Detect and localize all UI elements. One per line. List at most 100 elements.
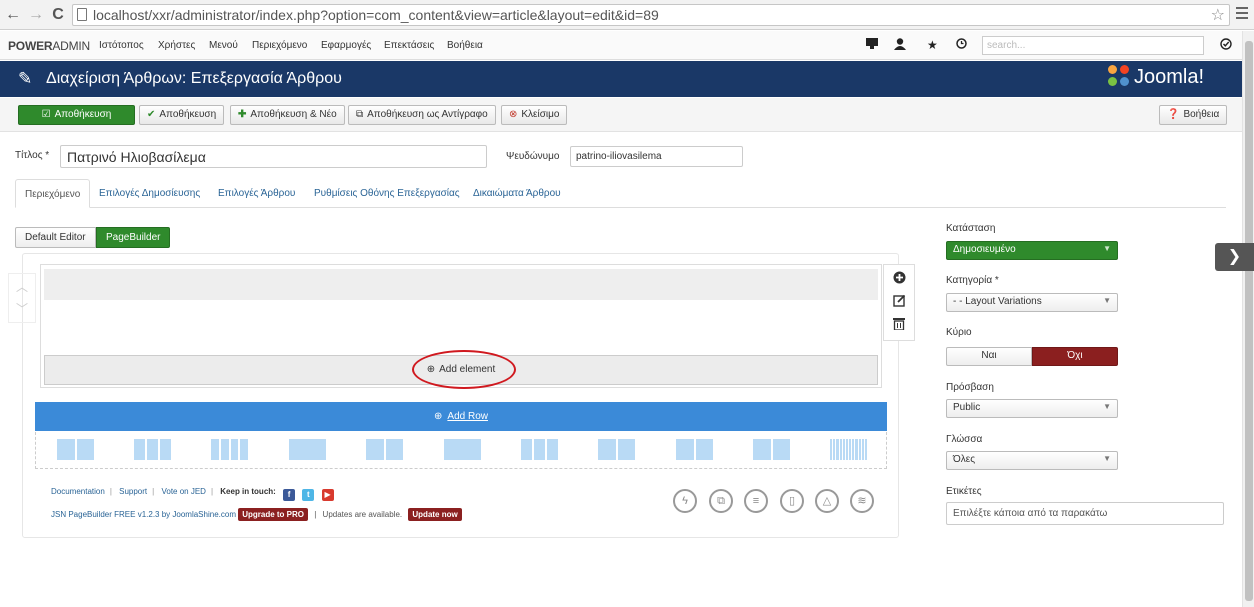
layout-option-2[interactable] [134,439,171,460]
back-icon[interactable]: ← [4,5,22,25]
check-icon: ✔ [147,109,156,120]
copy-icon: ⧉ [356,109,364,120]
admin-search-input[interactable]: search... [982,36,1204,55]
tab-publishing[interactable]: Επιλογές Δημοσίευσης [99,179,200,208]
star-icon[interactable]: ★ [927,38,938,52]
menu-item-extensions[interactable]: Επεκτάσεις [384,40,434,51]
tab-permissions[interactable]: Δικαιώματα Άρθρου [473,179,561,208]
menu-item-help[interactable]: Βοήθεια [447,40,483,51]
support-link[interactable]: Support [119,487,147,496]
save-button[interactable]: ☑ Αποθήκευση [18,105,135,125]
pyramid-icon[interactable]: △ [815,489,839,513]
browser-menu-icon[interactable] [1236,7,1248,23]
menu-item-components[interactable]: Εφαρμογές [321,40,371,51]
tags-input[interactable]: Επιλέξτε κάποια από τα παρακάτω [946,502,1224,525]
layout-option-6[interactable] [444,439,481,460]
twitter-icon[interactable]: t [302,489,315,501]
joomla-logo: Joomla! [1108,65,1204,89]
category-select[interactable]: - - Layout Variations ▼ [946,293,1118,312]
column-drop-area[interactable] [44,269,878,300]
row-move-handles: ︿ ﹀ [8,273,36,323]
category-label: Κατηγορία * [946,275,999,286]
monitor-icon[interactable] [866,38,878,52]
mobile-icon[interactable]: ▯ [780,489,804,513]
layout-option-10[interactable] [753,439,790,460]
save-new-button[interactable]: ✚ Αποθήκευση & Νέο [230,105,345,125]
layout-column-block [160,439,171,460]
featured-yes-button[interactable]: Ναι [946,347,1032,366]
youtube-icon[interactable]: ▶ [321,489,334,501]
status-label: Κατάσταση [946,223,996,234]
address-bar[interactable]: localhost/xxr/administrator/index.php?op… [72,4,1230,26]
menu-item-content[interactable]: Περιεχόμενο [252,40,307,51]
move-up-icon[interactable]: ︿ [16,278,28,295]
tab-article-options[interactable]: Επιλογές Άρθρου [218,179,295,208]
layout-column-block [617,439,635,460]
layout-option-9[interactable] [676,439,713,460]
layout-option-4[interactable] [289,439,326,460]
updates-text: Updates are available. [322,510,403,519]
layout-column-block [57,439,75,460]
page-scrollbar[interactable] [1242,31,1254,607]
layout-column-block [753,439,771,460]
layout-option-1[interactable] [57,439,94,460]
layout-option-7[interactable] [521,439,558,460]
upgrade-pro-button[interactable]: Upgrade to PRO [238,508,308,521]
highlight-annotation [412,350,516,389]
reload-icon[interactable]: C [49,5,67,25]
article-tabs: Περιεχόμενο Επιλογές Δημοσίευσης Επιλογέ… [15,179,1226,208]
add-column-icon[interactable] [884,271,914,287]
move-down-icon[interactable]: ﹀ [16,300,28,317]
featured-no-button[interactable]: Όχι [1032,347,1118,366]
overlap-icon[interactable]: ⧉ [709,489,733,513]
menu-item-menus[interactable]: Μενού [209,40,238,51]
layout-option-3[interactable] [211,439,248,460]
check-circle-icon[interactable] [1220,38,1232,53]
layers-icon[interactable]: ≋ [850,489,874,513]
tags-label: Ετικέτες [946,486,982,497]
clock-icon[interactable] [956,38,967,52]
layout-column-block [366,439,384,460]
stack-icon[interactable]: ≡ [744,489,768,513]
pencil-icon: ✎ [18,69,33,88]
sidebar-toggle-chevron-icon[interactable]: ❯ [1215,243,1254,271]
page-title: Διαχείριση Άρθρων: Επεξεργασία Άρθρου [46,70,342,87]
forward-icon[interactable]: → [27,5,45,25]
layout-column-block [864,439,868,460]
update-now-button[interactable]: Update now [408,508,462,521]
save-close-button[interactable]: ✔ Αποθήκευση [139,105,225,125]
close-button[interactable]: ⊗ Κλείσιμο [501,105,568,125]
edit-row-icon[interactable] [884,294,914,310]
tab-content[interactable]: Περιεχόμενο [15,179,91,208]
vote-link[interactable]: Vote on JED [161,487,205,496]
pagebuilder-button[interactable]: PageBuilder [96,227,171,248]
delete-row-icon[interactable] [884,317,914,333]
menu-item-users[interactable]: Χρήστες [158,40,195,51]
brand-logo[interactable]: POWERADMIN [8,39,90,53]
help-button[interactable]: ❓ Βοήθεια [1159,105,1228,125]
title-input[interactable]: Πατρινό Ηλιοβασίλεμα [60,145,487,168]
layout-option-5[interactable] [366,439,403,460]
documentation-link[interactable]: Documentation [51,487,105,496]
url-text: localhost/xxr/administrator/index.php?op… [93,7,659,23]
lightning-icon[interactable]: ϟ [673,489,697,513]
menu-item-site[interactable]: Ιστότοπος [99,40,144,51]
user-icon[interactable] [894,38,906,53]
save-copy-button[interactable]: ⧉ Αποθήκευση ως Αντίγραφο [348,105,496,125]
access-select[interactable]: Public ▼ [946,399,1118,418]
status-select[interactable]: Δημοσιευμένο ▼ [946,241,1118,260]
layout-column-block [534,439,545,460]
facebook-icon[interactable]: f [283,489,296,501]
layout-column-block [695,439,713,460]
alias-input[interactable]: patrino-iliovasilema [570,146,743,167]
layout-option-8[interactable] [598,439,635,460]
default-editor-button[interactable]: Default Editor [15,227,96,248]
tab-editor-config[interactable]: Ρυθμίσεις Οθόνης Επεξεργασίας [314,179,460,208]
language-select[interactable]: Όλες ▼ [946,451,1118,470]
layout-column-block [240,439,248,460]
browser-toolbar: ← → C localhost/xxr/administrator/index.… [0,0,1254,30]
layout-option-11[interactable] [830,439,868,460]
bookmark-star-icon[interactable]: ☆ [1211,5,1225,25]
chevron-down-icon: ▼ [1103,454,1111,463]
add-row-button[interactable]: ⊕ Add Row [35,402,887,431]
